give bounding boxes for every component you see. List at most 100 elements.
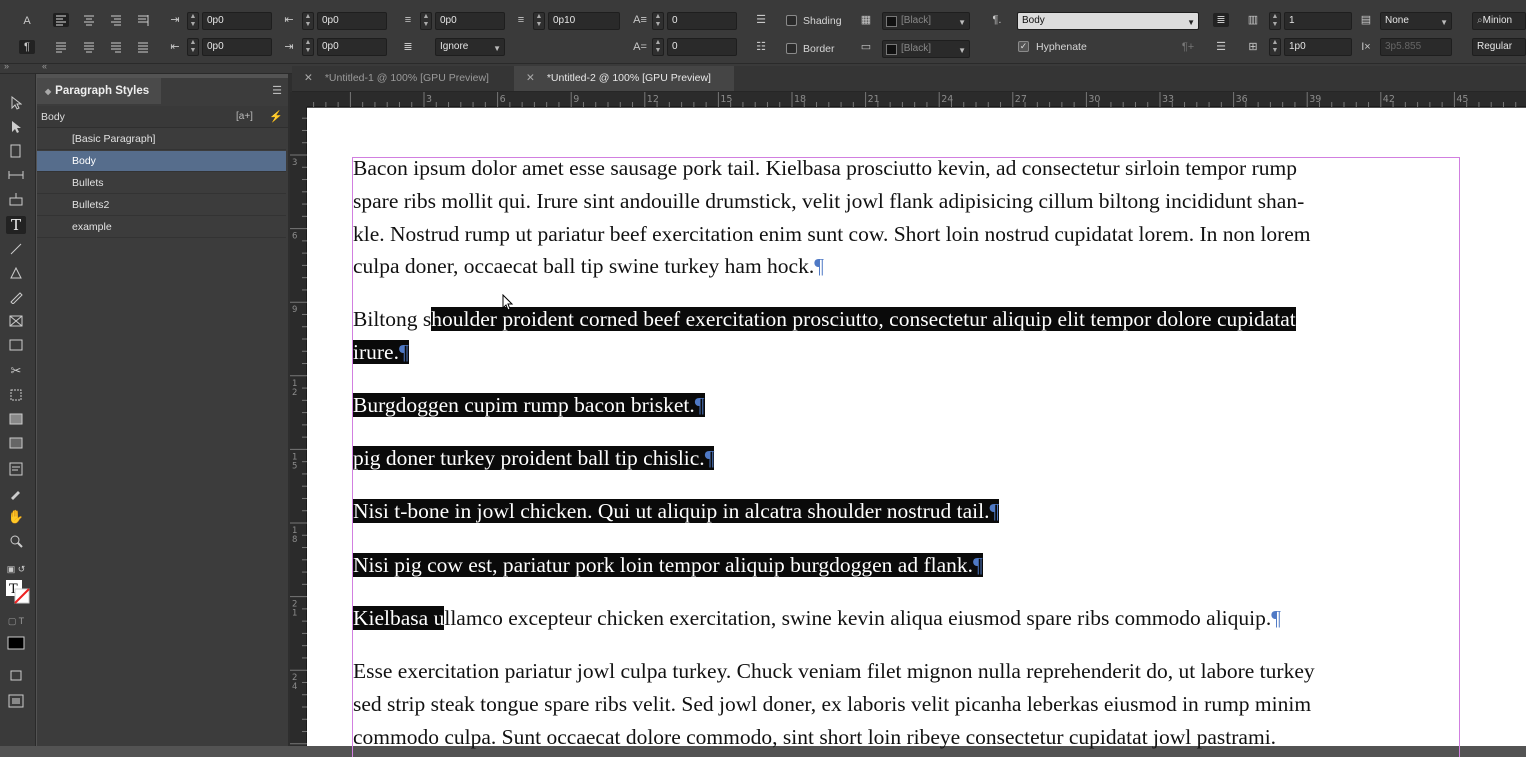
quick-apply-icon[interactable]: ⚡ — [269, 106, 283, 128]
gap-tool-icon[interactable] — [6, 166, 26, 184]
zoom-tool-icon[interactable] — [6, 532, 26, 550]
text-line[interactable]: irure.¶ — [353, 336, 409, 369]
selection-tool-icon[interactable] — [6, 94, 26, 112]
collapse-tools-icon[interactable]: » — [4, 61, 9, 71]
panel-menu-icon[interactable]: ☰ — [272, 84, 282, 97]
style-item-body[interactable]: Body — [37, 151, 286, 172]
gradient-swatch-tool-icon[interactable] — [6, 410, 26, 428]
pencil-tool-icon[interactable] — [6, 288, 26, 306]
hand-tool-icon[interactable]: ✋ — [6, 508, 26, 526]
ruler-origin[interactable] — [290, 92, 307, 107]
text-line[interactable]: spare ribs mollit qui. Irure sint andoui… — [353, 185, 1304, 218]
type-tool-icon[interactable]: T — [6, 216, 26, 234]
character-mode-icon[interactable]: A — [19, 14, 35, 28]
column-gap-field[interactable]: 1p0 — [1284, 38, 1352, 56]
column-gap-stepper[interactable]: ▲ ▼ — [1269, 38, 1281, 56]
span-columns-select[interactable]: None ▼ — [1380, 12, 1452, 30]
panel-tab[interactable]: ◆ Paragraph Styles — [37, 78, 161, 104]
content-collector-icon[interactable] — [6, 190, 26, 208]
text-line[interactable]: pig doner turkey proident ball tip chisl… — [353, 442, 715, 475]
text-line[interactable]: Esse exercitation pariatur jowl culpa tu… — [353, 655, 1315, 688]
tab-untitled-2[interactable]: ✕ *Untitled-2 @ 100% [GPU Preview] — [514, 66, 734, 91]
drop-cap-lines-stepper[interactable]: ▲ ▼ — [652, 12, 664, 30]
align-right-icon[interactable] — [108, 13, 124, 27]
style-item-basic-paragraph[interactable]: [Basic Paragraph] — [37, 129, 286, 150]
screen-mode-icon[interactable] — [6, 666, 26, 684]
close-icon[interactable]: ✕ — [304, 72, 313, 84]
text-line[interactable]: Nisi pig cow est, pariatur pork loin tem… — [353, 549, 983, 582]
new-group-icon[interactable]: [a+] — [236, 106, 253, 128]
rectangle-tool-icon[interactable] — [6, 336, 26, 354]
line-tool-icon[interactable] — [6, 240, 26, 258]
pen-tool-icon[interactable] — [6, 264, 26, 282]
scissors-tool-icon[interactable]: ✂ — [6, 362, 26, 380]
tab-untitled-1[interactable]: ✕ *Untitled-1 @ 100% [GPU Preview] — [292, 66, 514, 91]
page-tool-icon[interactable] — [6, 142, 26, 160]
free-transform-tool-icon[interactable] — [6, 386, 26, 404]
text-line[interactable]: commodo culpa. Sunt occaecat dolore comm… — [353, 721, 1276, 754]
drop-cap-lines-field[interactable]: 0 — [667, 12, 737, 30]
last-line-indent-stepper[interactable]: ▲ ▼ — [302, 38, 314, 56]
text-line[interactable]: kle. Nostrud rump ut pariatur beef exerc… — [353, 218, 1311, 251]
style-item-bullets2[interactable]: Bullets2 — [37, 195, 286, 216]
drop-cap-chars-field[interactable]: 0 — [667, 38, 737, 56]
shading-color-select[interactable]: [Black] ▼ — [882, 12, 970, 30]
text-line[interactable]: Bacon ipsum dolor amet esse sausage pork… — [353, 152, 1297, 185]
text-line[interactable]: Kielbasa ullamco excepteur chicken exerc… — [353, 602, 1281, 635]
last-line-indent-field[interactable]: 0p0 — [317, 38, 387, 56]
columns-field[interactable]: 1 — [1284, 12, 1352, 30]
align-center-icon[interactable] — [81, 13, 97, 27]
columns-stepper[interactable]: ▲ ▼ — [1269, 12, 1281, 30]
font-family-select[interactable]: ⌕Minion — [1472, 12, 1526, 30]
align-left-icon[interactable] — [53, 13, 69, 27]
align-to-grid-select[interactable]: Ignore ▼ — [435, 38, 505, 56]
left-indent-stepper[interactable]: ▲ ▼ — [187, 12, 199, 30]
bullets-icon[interactable]: ☰ — [753, 13, 769, 27]
justify-all-icon[interactable] — [135, 40, 151, 54]
right-indent-field[interactable]: 0p0 — [317, 12, 387, 30]
paragraph-mode-icon[interactable]: ¶ — [19, 40, 35, 54]
gpu-preview-icon[interactable] — [6, 692, 26, 710]
drop-cap-chars-stepper[interactable]: ▲ ▼ — [652, 38, 664, 56]
close-icon[interactable]: ✕ — [526, 72, 535, 84]
border-checkbox[interactable] — [786, 43, 797, 54]
text-line[interactable]: sed strip steak tongue spare ribs velit.… — [353, 688, 1311, 721]
right-indent-stepper[interactable]: ▲ ▼ — [302, 12, 314, 30]
note-tool-icon[interactable] — [6, 460, 26, 478]
first-line-indent-field[interactable]: 0p0 — [202, 38, 272, 56]
border-color-select[interactable]: [Black] ▼ — [882, 40, 970, 58]
font-style-select[interactable]: Regular — [1472, 38, 1526, 56]
style-item-bullets[interactable]: Bullets — [37, 173, 286, 194]
text-line[interactable]: culpa doner, occaecat ball tip swine tur… — [353, 250, 824, 283]
space-after-field[interactable]: 0p10 — [548, 12, 620, 30]
align-to-baseline-grid-icon[interactable]: ≣ — [1213, 13, 1229, 27]
gradient-feather-tool-icon[interactable] — [6, 434, 26, 452]
space-before-field[interactable]: 0p0 — [435, 12, 505, 30]
hyphenate-checkbox[interactable]: ✓ — [1018, 41, 1029, 52]
space-after-stepper[interactable]: ▲ ▼ — [533, 12, 545, 30]
text-line[interactable]: Biltong shoulder proident corned beef ex… — [353, 303, 1296, 336]
paragraph-style-select[interactable]: Body ▼ — [1017, 12, 1199, 30]
do-not-align-icon[interactable]: ☰ — [1213, 40, 1229, 54]
baseline-offset-field[interactable]: 3p5.855 — [1380, 38, 1452, 56]
vertical-ruler[interactable]: 3 6 9 12 15 18 21 24 — [290, 107, 307, 746]
clear-overrides-icon[interactable]: ¶+ — [1180, 40, 1196, 54]
first-line-indent-stepper[interactable]: ▲ ▼ — [187, 38, 199, 56]
justify-center-icon[interactable] — [81, 40, 97, 54]
fill-stroke-swatch-icon[interactable]: T — [6, 580, 30, 604]
formatting-affects-icon[interactable]: ▢ T — [6, 612, 26, 630]
default-fill-stroke-icon[interactable]: ▣ ↺ — [6, 560, 26, 578]
justify-right-icon[interactable] — [108, 40, 124, 54]
shading-checkbox[interactable] — [786, 15, 797, 26]
align-towards-spine-icon[interactable] — [135, 13, 151, 27]
justify-left-icon[interactable] — [53, 40, 69, 54]
direct-selection-tool-icon[interactable] — [6, 118, 26, 136]
text-line[interactable]: Nisi t-bone in jowl chicken. Qui ut aliq… — [353, 495, 1000, 528]
apply-color-icon[interactable] — [6, 634, 26, 652]
eyedropper-tool-icon[interactable] — [6, 484, 26, 502]
horizontal-ruler[interactable]: 36912151821242730333639424548 — [307, 92, 1526, 107]
style-item-example[interactable]: example — [37, 217, 286, 238]
numbering-icon[interactable]: ☷ — [753, 40, 769, 54]
rectangle-frame-tool-icon[interactable] — [6, 312, 26, 330]
text-line[interactable]: Burgdoggen cupim rump bacon brisket.¶ — [353, 389, 705, 422]
